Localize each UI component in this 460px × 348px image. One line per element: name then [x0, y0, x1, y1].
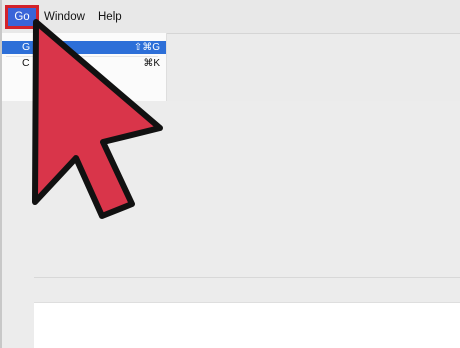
arrow-shape — [32, 19, 163, 219]
wikihow-watermark: wikiHow — [397, 325, 448, 340]
pointer-arrow-icon — [32, 19, 163, 219]
page: Go Window Help G ⇧⌘G C ⌘K wikiHow — [0, 0, 460, 348]
